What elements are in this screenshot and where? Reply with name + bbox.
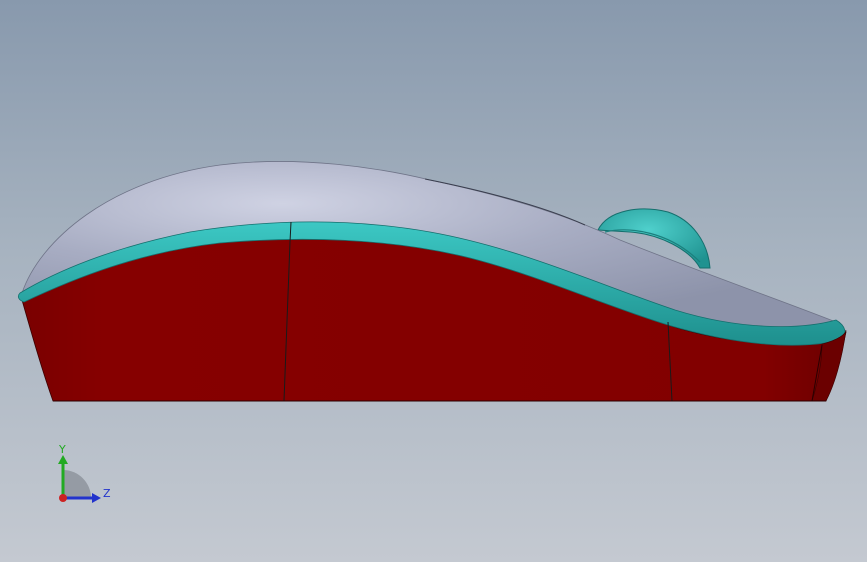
graphics-viewport[interactable]: Y Z bbox=[0, 0, 867, 562]
coordinate-triad-icon: Y Z bbox=[58, 443, 111, 503]
triad-z-label: Z bbox=[103, 487, 111, 500]
mouse-3d-model[interactable] bbox=[0, 0, 867, 562]
triad-y-label: Y bbox=[58, 443, 66, 456]
